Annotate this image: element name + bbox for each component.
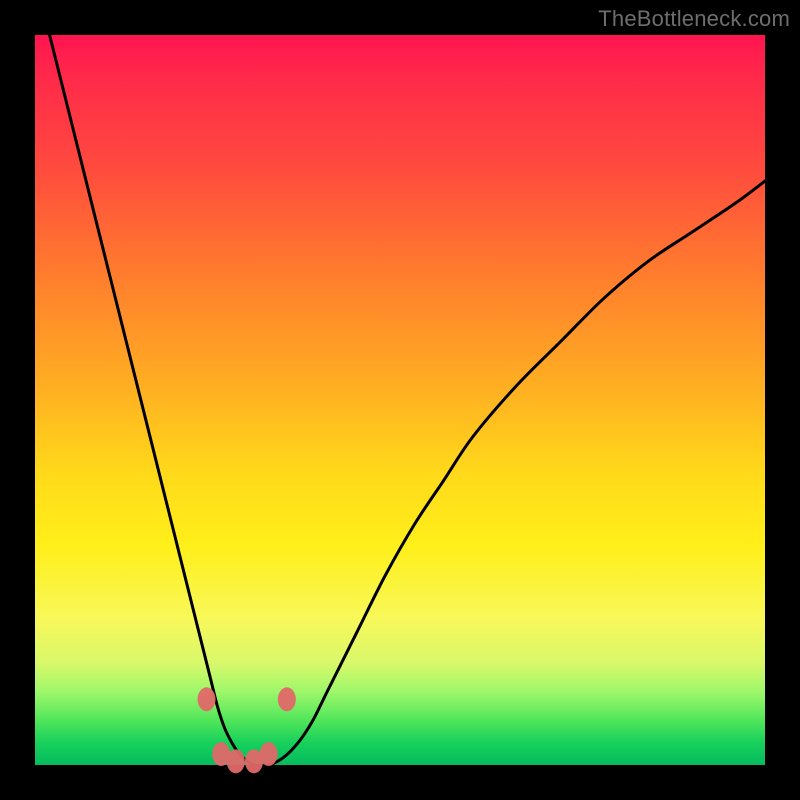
bottleneck-curve — [35, 0, 765, 766]
chart-plot-area — [35, 35, 765, 765]
curve-marker — [227, 749, 245, 773]
curve-marker — [260, 742, 278, 766]
curve-marker — [198, 687, 216, 711]
watermark-text: TheBottleneck.com — [598, 6, 790, 32]
curve-marker — [278, 687, 296, 711]
bottleneck-curve-svg — [35, 35, 765, 765]
chart-frame: TheBottleneck.com — [0, 0, 800, 800]
